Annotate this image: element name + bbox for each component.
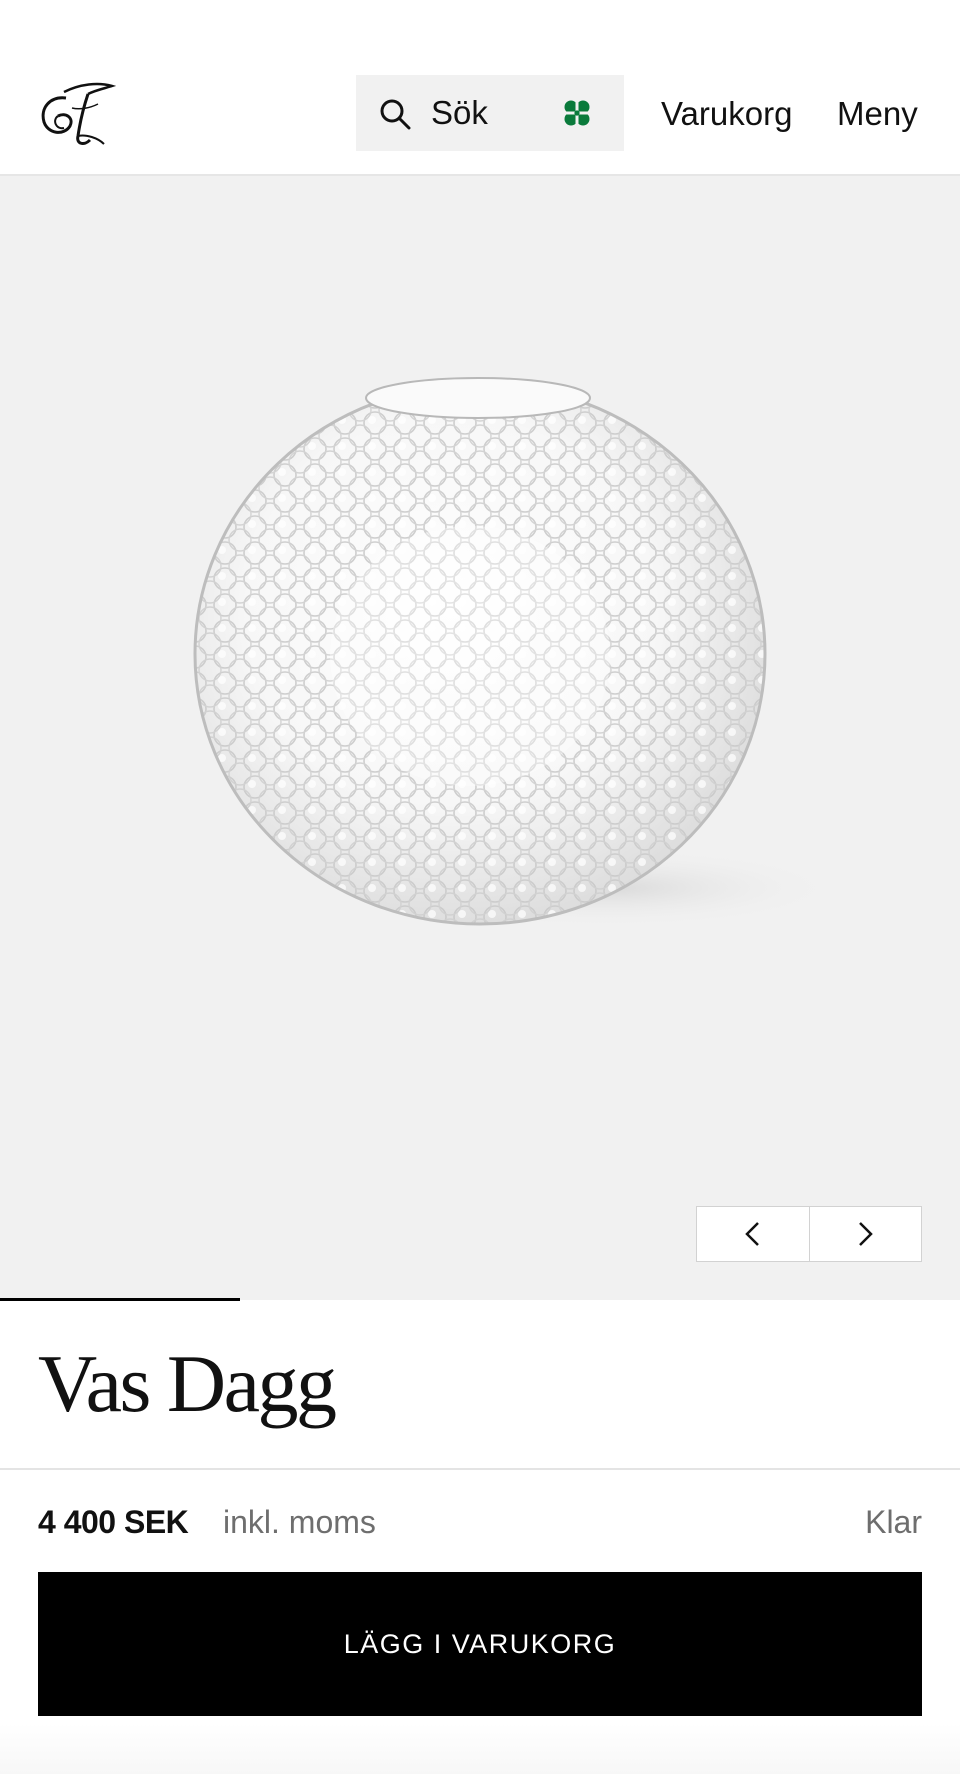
site-header: Sök Varukorg Meny <box>0 0 960 176</box>
page-bottom <box>0 1724 960 1774</box>
search-icon <box>380 99 411 130</box>
search-box[interactable]: Sök <box>356 75 624 151</box>
cart-link[interactable]: Varukorg <box>661 94 792 134</box>
stock-status: Klar <box>865 1504 922 1540</box>
vat-note: inkl. moms <box>223 1504 376 1540</box>
carousel-controls <box>696 1206 922 1262</box>
gallery-progress <box>0 1298 960 1301</box>
menu-link[interactable]: Meny <box>837 94 918 134</box>
product-image-vase <box>193 377 840 928</box>
chevron-left-icon <box>744 1222 759 1246</box>
brand-logo[interactable] <box>36 78 116 150</box>
clover-icon <box>563 99 591 127</box>
product-price: 4 400 SEK <box>38 1504 189 1540</box>
gallery-progress-fill <box>0 1298 240 1301</box>
divider <box>0 1468 960 1470</box>
add-to-cart-button[interactable]: LÄGG I VARUKORG <box>38 1572 922 1716</box>
price-row: 4 400 SEK inkl. moms Klar <box>38 1500 922 1544</box>
carousel-next-button[interactable] <box>808 1207 922 1261</box>
product-title: Vas Dagg <box>38 1338 337 1429</box>
search-label: Sök <box>431 94 488 131</box>
chevron-right-icon <box>859 1222 874 1246</box>
carousel-prev-button[interactable] <box>697 1207 809 1261</box>
product-image-gallery[interactable] <box>0 176 960 1300</box>
